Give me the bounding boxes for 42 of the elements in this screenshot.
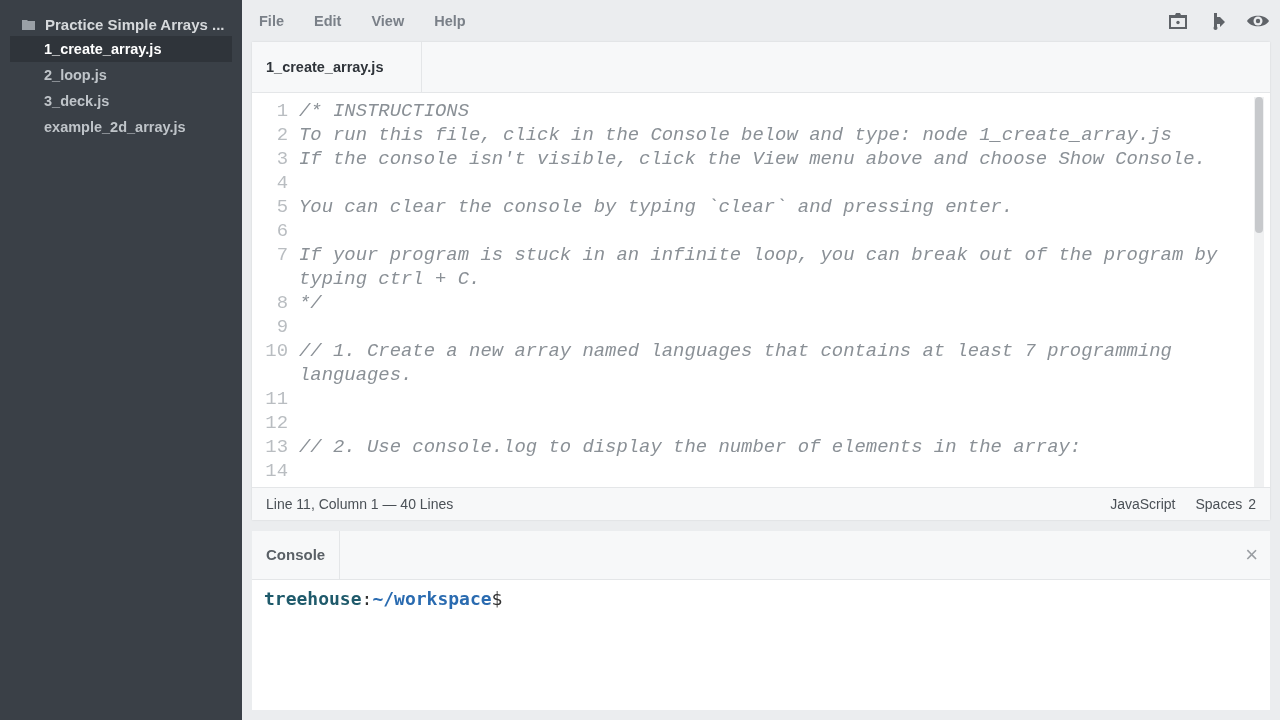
menu-item[interactable]: Edit bbox=[306, 13, 350, 29]
line-number: 1 bbox=[275, 99, 289, 123]
sidebar-file[interactable]: 3_deck.js bbox=[10, 88, 232, 114]
indent-label[interactable]: Spaces bbox=[1195, 496, 1243, 512]
folder-name[interactable]: Practice Simple Arrays ... bbox=[45, 15, 225, 33]
prompt-path: ~/workspace bbox=[372, 588, 492, 609]
sidebar-file[interactable]: 1_create_array.js bbox=[10, 36, 232, 62]
prompt-sign: $ bbox=[491, 588, 503, 609]
menu-item[interactable]: View bbox=[363, 13, 413, 29]
line-number: 4 bbox=[275, 171, 289, 195]
code-line: // 1. Create a new array named languages that contains at least 7 programming languages. bbox=[299, 339, 1173, 387]
code-line: // 2. Use console.log to display the number of elements in the array: bbox=[299, 435, 1083, 459]
prompt-separator: : bbox=[361, 588, 373, 609]
code-line: If your program is stuck in an infinite loop, you can break out of the program by typing ctrl + C. bbox=[299, 243, 1219, 291]
line-number: 3 bbox=[275, 147, 289, 171]
cursor-status: Line 11, Column 1 — 40 Lines bbox=[266, 496, 454, 512]
sidebar-file[interactable]: 2_loop.js bbox=[10, 62, 232, 88]
scrollbar[interactable] bbox=[1254, 97, 1264, 487]
camera-icon[interactable] bbox=[1166, 11, 1190, 31]
sidebar-file[interactable]: example_2d_array.js bbox=[10, 114, 232, 140]
line-number: 6 bbox=[275, 219, 289, 243]
code-line: If the console isn't visible, click the View menu above and choose Show Console. bbox=[299, 147, 1207, 171]
indent-size[interactable]: 2 bbox=[1248, 496, 1256, 512]
line-number: 7 bbox=[275, 243, 289, 268]
line-number: 11 bbox=[264, 387, 289, 411]
line-number: 9 bbox=[275, 315, 289, 339]
line-number: 5 bbox=[275, 195, 289, 219]
line-number: 8 bbox=[275, 291, 289, 315]
line-number: 12 bbox=[264, 411, 289, 435]
line-number: 13 bbox=[264, 435, 289, 459]
code-line: */ bbox=[299, 291, 323, 315]
code-line: /* INSTRUCTIONS bbox=[299, 99, 471, 123]
menu-item[interactable]: File bbox=[252, 13, 292, 29]
line-number: 14 bbox=[264, 459, 289, 483]
line-number: 2 bbox=[275, 123, 289, 147]
menu-item[interactable]: Help bbox=[426, 13, 474, 29]
line-number: 10 bbox=[264, 339, 289, 364]
prompt-user: treehouse bbox=[264, 588, 362, 609]
folder-icon bbox=[22, 18, 35, 30]
code-line: You can clear the console by typing `clear` and pressing enter. bbox=[299, 195, 1015, 219]
language-selector[interactable]: JavaScript bbox=[1110, 496, 1176, 512]
code-line: To run this file, click in the Console below and type: node 1_create_array.js bbox=[299, 123, 1173, 147]
